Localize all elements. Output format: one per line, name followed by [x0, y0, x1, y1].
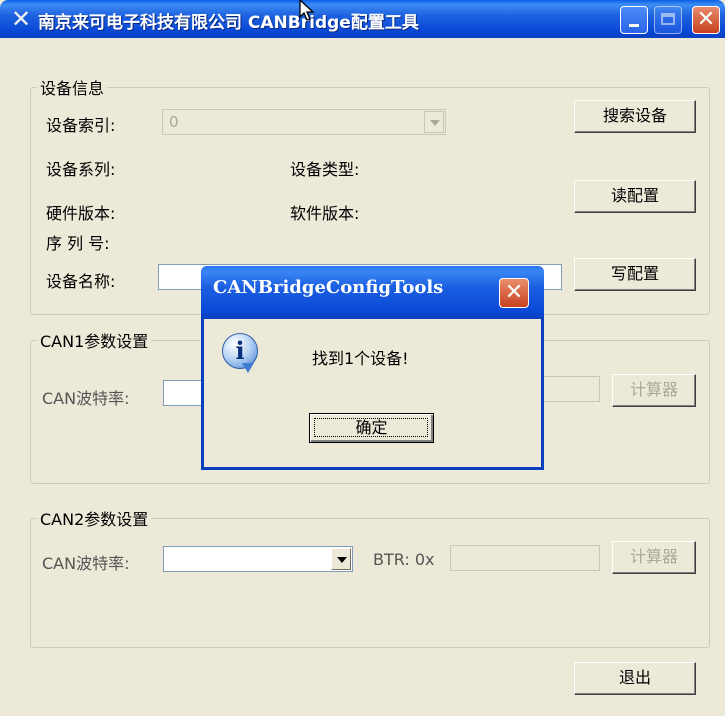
software-version-label: 软件版本:: [290, 204, 360, 223]
maximize-button: [654, 6, 682, 34]
ok-button-focus-ring: [314, 418, 428, 437]
device-type-label: 设备类型:: [290, 160, 360, 179]
dialog-close-button[interactable]: ✕: [499, 278, 529, 308]
dialog-body: 找到1个设备! 确定: [204, 319, 541, 467]
dialog-title: CANBridgeConfigTools: [213, 277, 444, 298]
can2-settings-group: CAN2参数设置: [30, 506, 710, 648]
device-name-label: 设备名称:: [46, 272, 116, 291]
device-info-legend: 设备信息: [40, 79, 105, 98]
mouse-cursor-icon: [299, 0, 315, 21]
window-title: 南京来可电子科技有限公司 CANBridge配置工具: [38, 13, 419, 33]
device-series-label: 设备系列:: [46, 160, 116, 179]
minimize-button[interactable]: [620, 6, 648, 34]
serial-number-label: 序 列 号:: [46, 234, 110, 253]
hardware-version-label: 硬件版本:: [46, 204, 116, 223]
can2-calculator-button: 计算器: [612, 541, 696, 574]
dialog-message: 找到1个设备!: [312, 349, 409, 368]
search-device-button[interactable]: 搜索设备: [574, 100, 696, 133]
message-dialog: CANBridgeConfigTools ✕ 找到1个设备! 确定: [201, 266, 544, 470]
device-index-value: 0: [169, 113, 179, 131]
can2-btr-label: BTR: 0x: [373, 550, 435, 569]
chevron-down-icon: [424, 111, 444, 133]
tools-icon: ✕: [10, 5, 32, 33]
write-config-button[interactable]: 写配置: [574, 258, 696, 291]
title-bar[interactable]: ✕ 南京来可电子科技有限公司 CANBridge配置工具 ✕: [0, 0, 725, 38]
can2-btr-input: [450, 545, 600, 571]
can1-baud-label: CAN波特率:: [42, 389, 130, 408]
can2-baud-label: CAN波特率:: [42, 554, 130, 573]
device-index-label: 设备索引:: [46, 116, 116, 135]
can2-baud-select[interactable]: [163, 546, 353, 572]
can1-legend: CAN1参数设置: [40, 332, 149, 351]
exit-button[interactable]: 退出: [574, 662, 696, 695]
read-config-button[interactable]: 读配置: [574, 180, 696, 213]
close-button[interactable]: ✕: [692, 6, 720, 34]
ok-button[interactable]: 确定: [309, 413, 434, 443]
device-index-select: 0: [162, 109, 446, 135]
chevron-down-icon[interactable]: [331, 548, 351, 570]
dialog-title-bar[interactable]: CANBridgeConfigTools ✕: [201, 266, 544, 319]
can1-calculator-button: 计算器: [612, 374, 696, 407]
can2-legend: CAN2参数设置: [40, 510, 149, 529]
info-icon-tail: [242, 363, 254, 373]
